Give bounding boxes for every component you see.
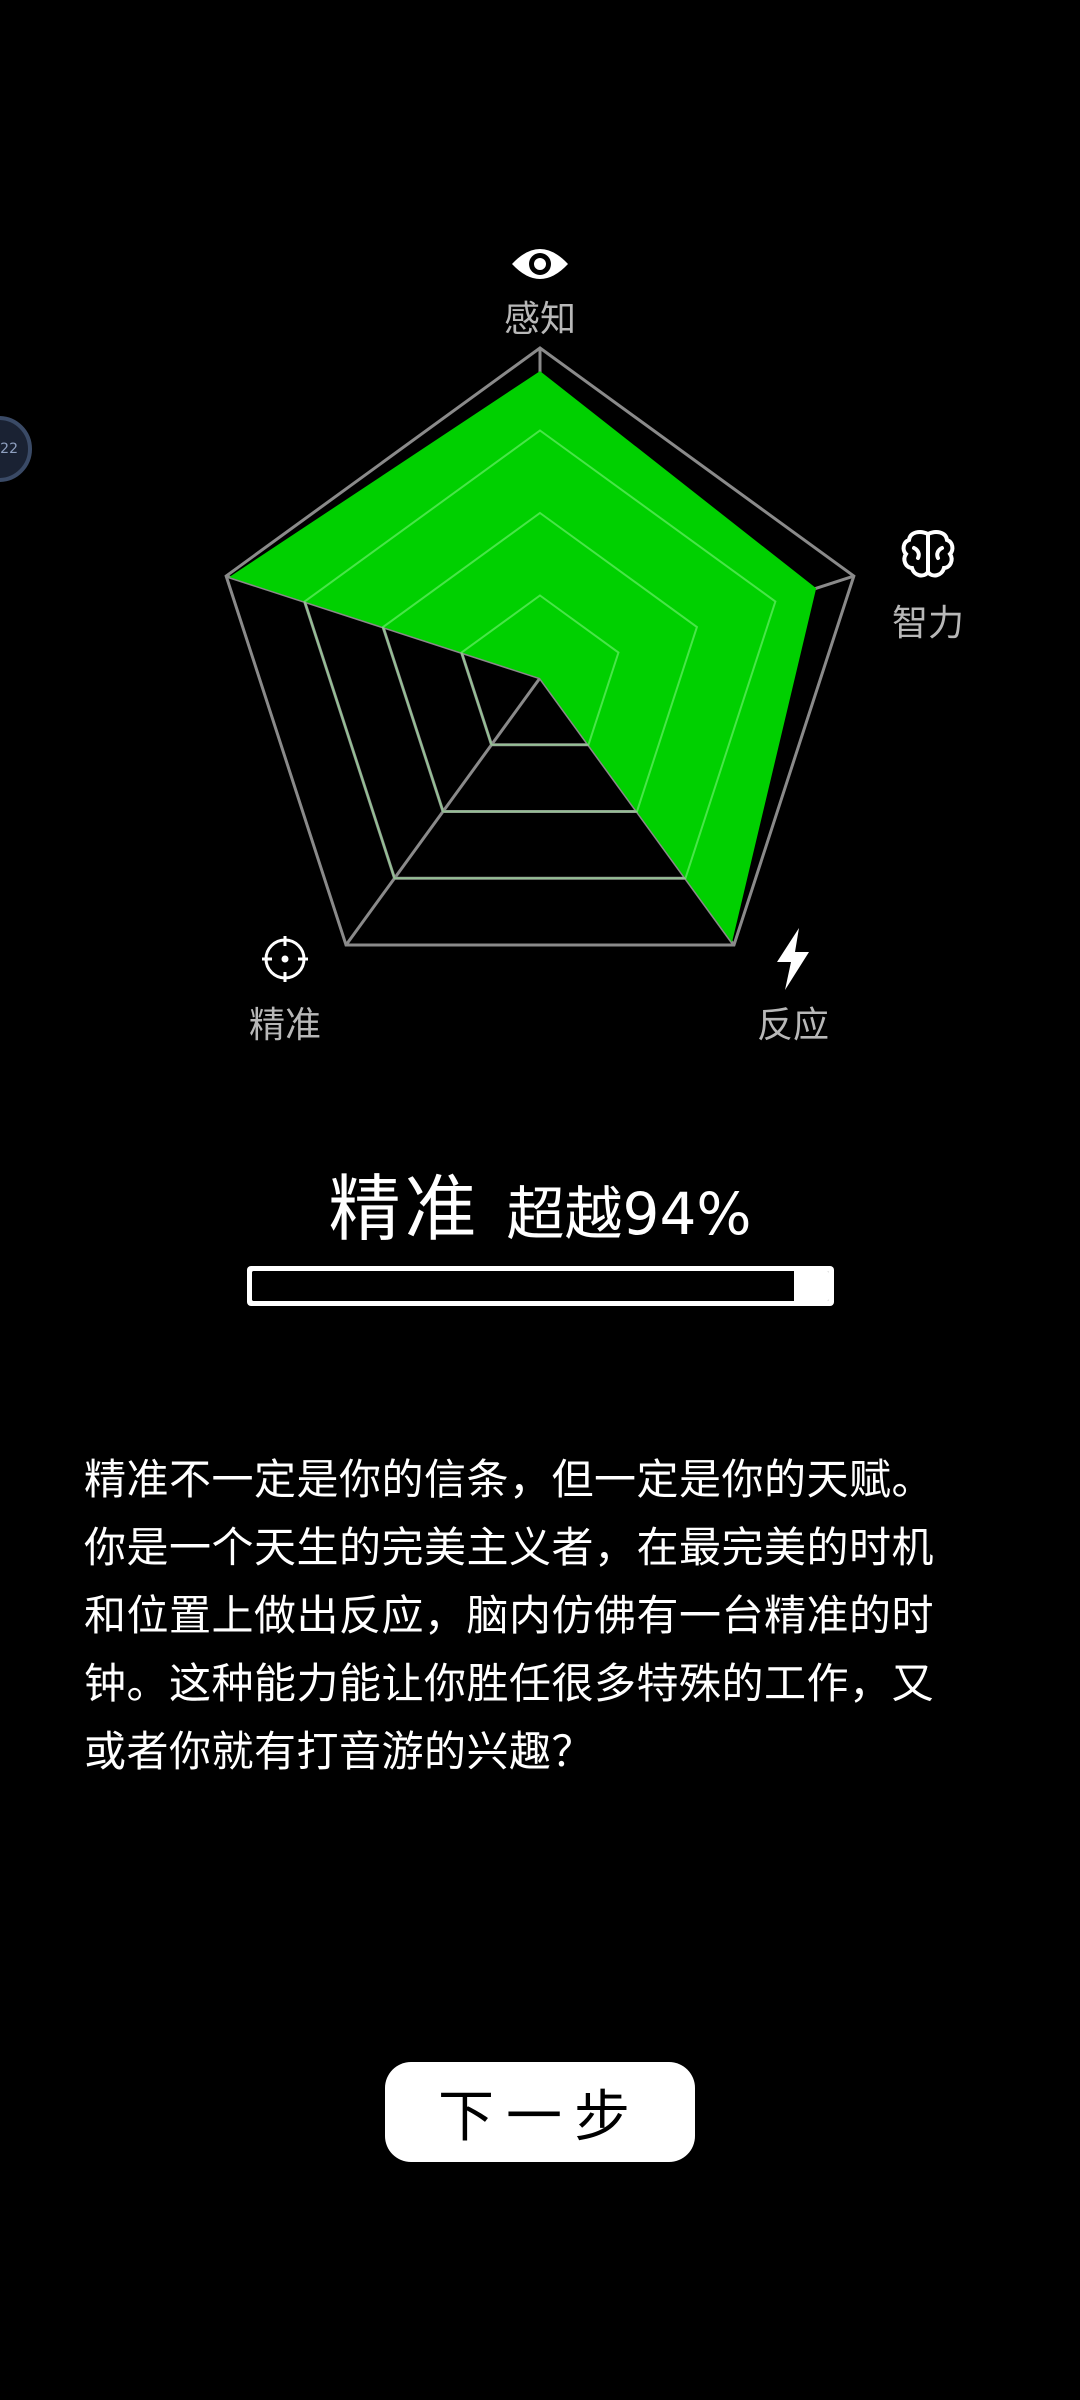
percentile-progress-bar xyxy=(247,1266,834,1306)
crosshair-icon xyxy=(260,934,310,988)
eye-icon xyxy=(510,240,570,292)
next-step-button[interactable]: 下一步 xyxy=(385,2062,695,2162)
lightning-icon xyxy=(773,928,813,994)
result-heading: 精准 超越94% xyxy=(0,1150,1080,1255)
progress-track xyxy=(252,1271,829,1301)
result-dimension: 精准 xyxy=(328,1167,481,1251)
brain-icon xyxy=(900,528,956,584)
result-description: 精准不一定是你的信条，但一定是你的天赋。你是一个天生的完美主义者，在最完美的时机… xyxy=(84,1455,935,1776)
axis-label-reaction: 反应 xyxy=(756,1005,830,1046)
progress-fill xyxy=(252,1271,795,1301)
result-surpass-text: 超越94% xyxy=(506,1180,752,1248)
axis-label-intelligence: 智力 xyxy=(891,603,965,644)
axis-label-precision: 精准 xyxy=(248,1005,322,1046)
progress-remainder xyxy=(794,1271,829,1301)
axis-label-perception: 感知 xyxy=(503,299,577,340)
radar-chart: 感知 智力 反应 精准 xyxy=(0,0,1080,1100)
